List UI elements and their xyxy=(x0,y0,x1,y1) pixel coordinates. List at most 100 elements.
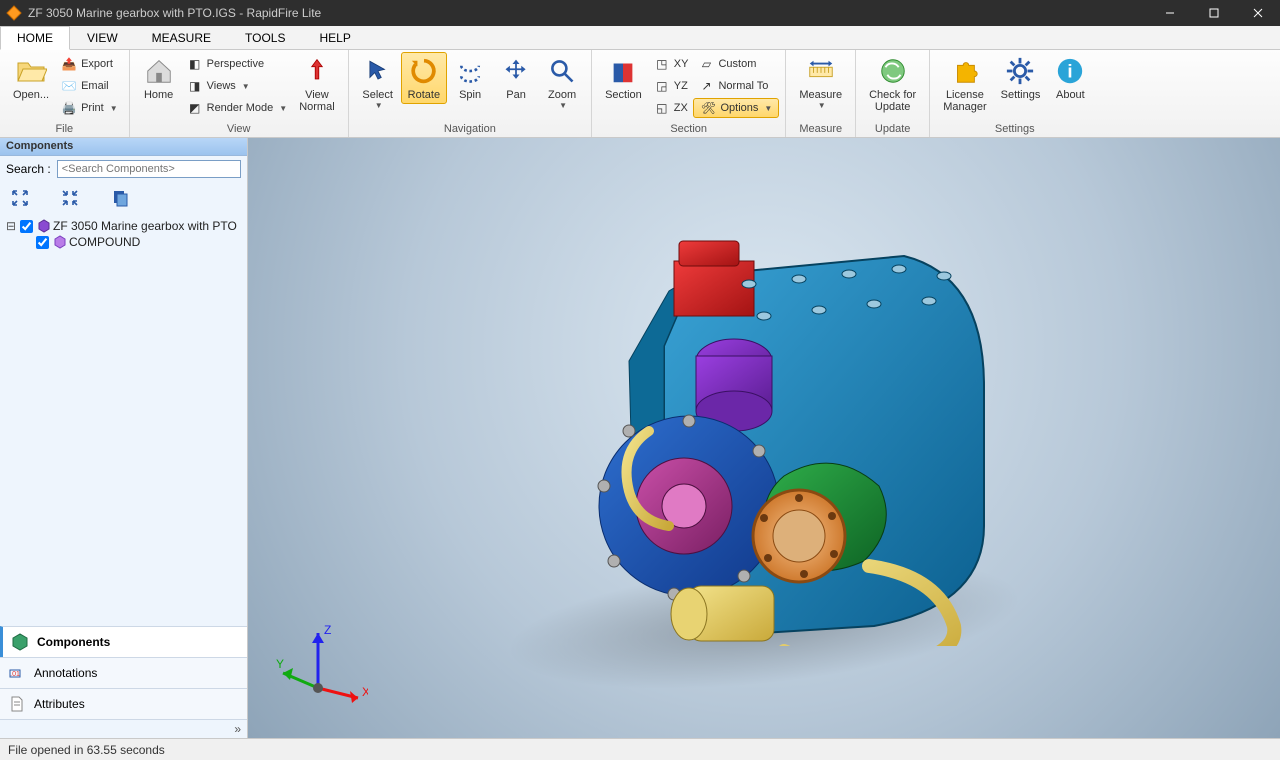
status-bar: File opened in 63.55 seconds xyxy=(0,738,1280,760)
plane-icon: ▱ xyxy=(698,56,714,72)
document-icon xyxy=(8,695,26,713)
tree-root-checkbox[interactable] xyxy=(20,220,33,233)
maximize-button[interactable] xyxy=(1192,0,1236,26)
spin-icon xyxy=(454,55,486,87)
tree-root-row[interactable]: ⊟ ZF 3050 Marine gearbox with PTO xyxy=(6,218,241,234)
status-text: File opened in 63.55 seconds xyxy=(8,743,165,757)
chevron-down-icon: ▼ xyxy=(559,101,567,110)
export-button[interactable]: 📤Export xyxy=(56,54,123,74)
svg-text:X: X xyxy=(362,685,368,699)
zoom-button[interactable]: Zoom▼ xyxy=(539,52,585,113)
window-title: ZF 3050 Marine gearbox with PTO.IGS - Ra… xyxy=(28,6,1148,20)
puzzle-icon xyxy=(949,55,981,87)
section-xy-button[interactable]: ◳XY xyxy=(649,54,694,74)
close-button[interactable] xyxy=(1236,0,1280,26)
ribbon-group-measure: Measure▼ Measure xyxy=(786,50,856,137)
svg-text:Y: Y xyxy=(276,657,284,671)
sidebar: Components Search : ⊟ ZF 3050 Marine gea… xyxy=(0,138,248,738)
collapse-all-icon[interactable] xyxy=(60,188,80,208)
sidebar-tab-attributes[interactable]: Attributes xyxy=(0,688,247,719)
tab-help[interactable]: HELP xyxy=(302,26,367,50)
section-options-button[interactable]: 🛠Options▼ xyxy=(693,98,779,118)
sidebar-tab-components[interactable]: Components xyxy=(0,626,247,657)
section-custom-button[interactable]: ▱Custom xyxy=(693,54,779,74)
arrow-icon: ↗ xyxy=(698,78,714,94)
component-tree[interactable]: ⊟ ZF 3050 Marine gearbox with PTO COMPOU… xyxy=(0,214,247,626)
chevron-down-icon: ▼ xyxy=(279,104,287,113)
tree-child-label: COMPOUND xyxy=(69,235,140,249)
group-title-view: View xyxy=(136,123,342,137)
svg-text:.01: .01 xyxy=(10,671,20,678)
print-button[interactable]: 🖨️Print▼ xyxy=(56,98,123,118)
svg-text:i: i xyxy=(1068,61,1073,82)
export-icon: 📤 xyxy=(61,56,77,72)
about-button[interactable]: i About xyxy=(1047,52,1093,104)
viewport-3d[interactable]: X Y Z xyxy=(248,138,1280,738)
group-title-update: Update xyxy=(862,123,923,137)
view-normal-button[interactable]: View Normal xyxy=(292,52,341,116)
tree-root-label: ZF 3050 Marine gearbox with PTO xyxy=(53,219,237,233)
email-button[interactable]: ✉️Email xyxy=(56,76,123,96)
sidebar-tab-annotations[interactable]: .01 Annotations xyxy=(0,657,247,688)
render-mode-button[interactable]: ◩Render Mode▼ xyxy=(182,98,293,118)
wrench-icon: 🛠 xyxy=(700,100,716,116)
plane-icon: ◱ xyxy=(654,100,670,116)
chevron-down-icon: ▼ xyxy=(375,101,383,110)
views-button[interactable]: ◨Views▼ xyxy=(182,76,293,96)
home-view-button[interactable]: Home xyxy=(136,52,182,104)
chevron-down-icon: ▼ xyxy=(818,101,826,110)
tab-home[interactable]: HOME xyxy=(0,26,70,50)
group-title-settings: Settings xyxy=(936,123,1093,137)
section-normal-button[interactable]: ↗Normal To xyxy=(693,76,779,96)
pan-button[interactable]: Pan xyxy=(493,52,539,104)
arrow-up-icon xyxy=(301,55,333,87)
plane-icon: ◲ xyxy=(654,78,670,94)
home-icon xyxy=(143,55,175,87)
group-title-measure: Measure xyxy=(792,123,849,137)
orientation-triad: X Y Z xyxy=(268,618,368,718)
gear-icon xyxy=(1004,55,1036,87)
sidebar-collapse-button[interactable]: » xyxy=(0,719,247,738)
select-button[interactable]: Select▼ xyxy=(355,52,401,113)
ribbon-group-update: Check for Update Update xyxy=(856,50,930,137)
section-zx-button[interactable]: ◱ZX xyxy=(649,98,694,118)
chevron-down-icon: ▼ xyxy=(110,104,118,113)
section-button[interactable]: Section xyxy=(598,52,649,104)
plane-icon: ◳ xyxy=(654,56,670,72)
panel-header-components: Components xyxy=(0,138,247,156)
tree-child-row[interactable]: COMPOUND xyxy=(6,234,241,250)
rotate-button[interactable]: Rotate xyxy=(401,52,447,104)
copy-icon[interactable] xyxy=(110,188,130,208)
minimize-button[interactable] xyxy=(1148,0,1192,26)
search-input[interactable] xyxy=(57,160,241,178)
ribbon-group-file: Open... 📤Export ✉️Email 🖨️Print▼ File xyxy=(0,50,130,137)
ruler-icon xyxy=(805,55,837,87)
chevron-down-icon: ▼ xyxy=(242,82,250,91)
tab-view[interactable]: VIEW xyxy=(70,26,135,50)
expand-all-icon[interactable] xyxy=(10,188,30,208)
perspective-button[interactable]: ◧Perspective xyxy=(182,54,293,74)
collapse-icon[interactable]: ⊟ xyxy=(6,219,16,233)
section-yz-button[interactable]: ◲YZ xyxy=(649,76,694,96)
open-label: Open... xyxy=(13,89,49,101)
measure-button[interactable]: Measure▼ xyxy=(792,52,849,113)
ribbon-tabstrip: HOME VIEW MEASURE TOOLS HELP xyxy=(0,26,1280,50)
group-title-file: File xyxy=(6,123,123,137)
ribbon-group-navigation: Select▼ Rotate Spin Pan Zoom▼ Navigation xyxy=(349,50,592,137)
info-icon: i xyxy=(1054,55,1086,87)
zoom-icon xyxy=(546,55,578,87)
settings-button[interactable]: Settings xyxy=(994,52,1048,104)
ribbon: Open... 📤Export ✉️Email 🖨️Print▼ File Ho… xyxy=(0,50,1280,138)
ribbon-group-section: Section ◳XY ◲YZ ◱ZX ▱Custom ↗Normal To 🛠… xyxy=(592,50,786,137)
tab-tools[interactable]: TOOLS xyxy=(228,26,302,50)
license-manager-button[interactable]: License Manager xyxy=(936,52,993,116)
spin-button[interactable]: Spin xyxy=(447,52,493,104)
pan-icon xyxy=(500,55,532,87)
cursor-icon xyxy=(362,55,394,87)
check-update-button[interactable]: Check for Update xyxy=(862,52,923,116)
app-icon xyxy=(6,5,22,21)
tree-child-checkbox[interactable] xyxy=(36,236,49,249)
tab-measure[interactable]: MEASURE xyxy=(135,26,228,50)
refresh-globe-icon xyxy=(877,55,909,87)
open-button[interactable]: Open... xyxy=(6,52,56,104)
